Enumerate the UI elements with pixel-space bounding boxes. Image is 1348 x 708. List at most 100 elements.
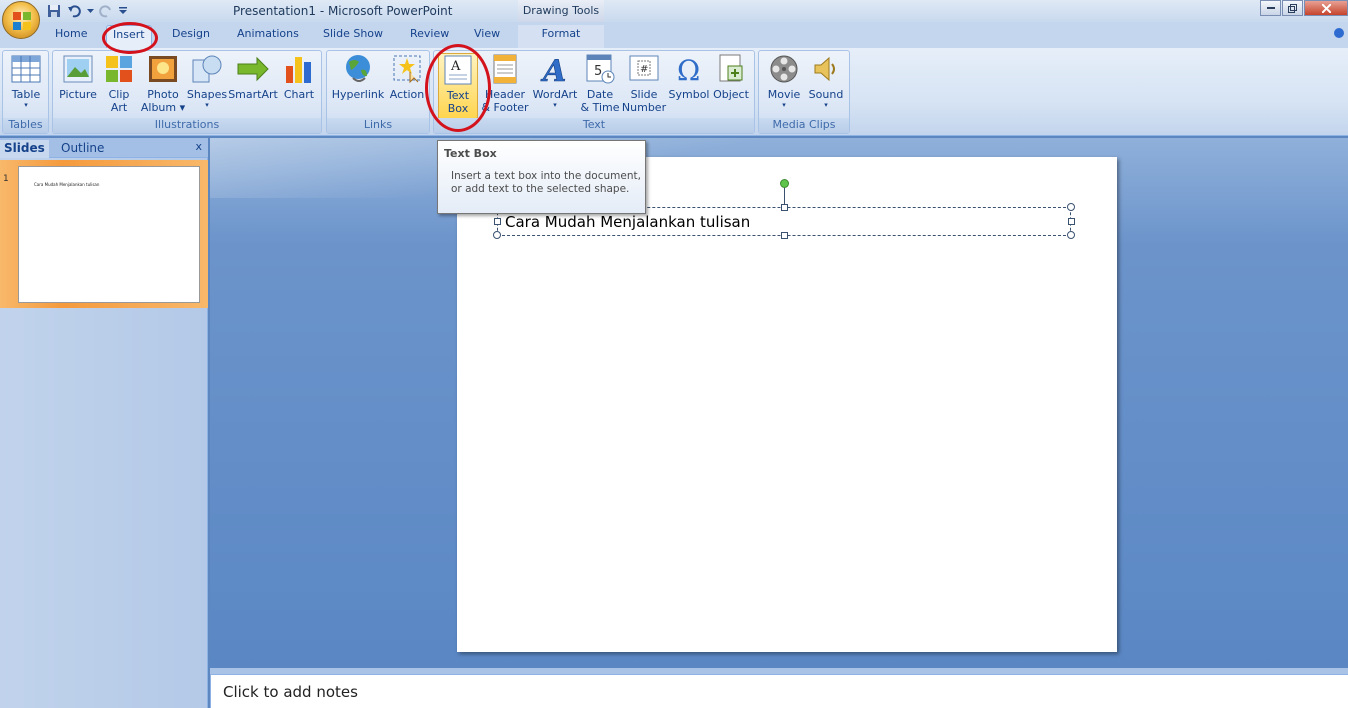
office-logo-icon bbox=[13, 12, 31, 30]
text-box-content[interactable]: Cara Mudah Menjalankan tulisan bbox=[505, 213, 750, 231]
svg-text:Ω: Ω bbox=[677, 54, 700, 84]
wordart-button[interactable]: A WordArt ▾ bbox=[530, 53, 580, 109]
help-icon[interactable] bbox=[1334, 28, 1344, 38]
restore-button[interactable] bbox=[1282, 0, 1303, 16]
slide-thumbnail-number: 1 bbox=[3, 174, 9, 184]
close-button[interactable] bbox=[1304, 0, 1348, 16]
slide-editor: Cara Mudah Menjalankan tulisan bbox=[210, 138, 1348, 672]
calendar-clock-icon: 5 bbox=[584, 53, 616, 85]
tab-outline[interactable]: Outline bbox=[55, 140, 110, 158]
tab-slide-show[interactable]: Slide Show bbox=[323, 27, 383, 40]
globe-link-icon bbox=[342, 53, 374, 85]
slide-number-icon: # bbox=[628, 53, 660, 85]
close-pane-icon[interactable]: x bbox=[195, 140, 202, 153]
tab-insert[interactable]: Insert bbox=[106, 25, 152, 48]
action-icon bbox=[391, 53, 423, 85]
group-label-links: Links bbox=[327, 118, 429, 133]
tab-format[interactable]: Format bbox=[518, 25, 604, 48]
table-icon bbox=[10, 53, 42, 85]
group-label-media-clips: Media Clips bbox=[759, 118, 849, 133]
save-icon[interactable] bbox=[46, 3, 62, 19]
clip-art-button[interactable]: Clip Art bbox=[103, 53, 135, 114]
text-box-tooltip: Text Box Insert a text box into the docu… bbox=[437, 140, 646, 214]
text-box-button[interactable]: A Text Box bbox=[438, 53, 478, 119]
group-label-illustrations: Illustrations bbox=[53, 118, 321, 133]
smartart-button[interactable]: SmartArt bbox=[228, 53, 278, 101]
undo-icon[interactable] bbox=[66, 3, 82, 19]
tab-slides[interactable]: Slides bbox=[0, 140, 49, 158]
film-reel-icon bbox=[768, 53, 800, 85]
omega-icon: Ω bbox=[673, 53, 705, 85]
picture-icon bbox=[62, 53, 94, 85]
resize-handle-bottom[interactable] bbox=[781, 232, 788, 239]
tooltip-title: Text Box bbox=[444, 147, 497, 160]
group-illustrations: Picture Clip Art Photo Album ▾ Shapes ▾ bbox=[52, 50, 322, 134]
slides-pane: Slides Outline x 1 Cara Mudah Menjalanka… bbox=[0, 138, 208, 708]
resize-handle-left[interactable] bbox=[494, 218, 501, 225]
slide-thumbnail[interactable]: Cara Mudah Menjalankan tulisan bbox=[18, 166, 200, 303]
quick-access-toolbar bbox=[46, 2, 128, 20]
tab-review[interactable]: Review bbox=[410, 27, 449, 40]
minimize-button[interactable] bbox=[1260, 0, 1281, 16]
object-button[interactable]: Object bbox=[710, 53, 752, 101]
resize-handle-bottom-right[interactable] bbox=[1067, 231, 1075, 239]
tab-home[interactable]: Home bbox=[55, 27, 87, 40]
slide-canvas[interactable]: Cara Mudah Menjalankan tulisan bbox=[457, 157, 1117, 652]
header-footer-icon bbox=[489, 53, 521, 85]
window-controls bbox=[1259, 0, 1348, 16]
text-box-icon: A bbox=[442, 54, 474, 86]
redo-icon[interactable] bbox=[98, 3, 114, 19]
notes-placeholder[interactable]: Click to add notes bbox=[223, 683, 358, 701]
office-button[interactable] bbox=[2, 1, 40, 39]
notes-pane[interactable]: Click to add notes bbox=[210, 674, 1348, 708]
resize-handle-top[interactable] bbox=[781, 204, 788, 211]
tab-animations[interactable]: Animations bbox=[237, 27, 299, 40]
resize-handle-bottom-left[interactable] bbox=[493, 231, 501, 239]
table-button[interactable]: Table ▾ bbox=[8, 53, 44, 109]
smartart-icon bbox=[237, 53, 269, 85]
group-text: A Text Box Header & Footer A WordArt ▾ 5… bbox=[433, 50, 755, 134]
header-footer-button[interactable]: Header & Footer bbox=[481, 53, 529, 114]
svg-text:5: 5 bbox=[594, 64, 602, 79]
customize-qat-icon[interactable] bbox=[118, 3, 128, 19]
clip-art-icon bbox=[103, 53, 135, 85]
movie-button[interactable]: Movie ▾ bbox=[763, 53, 805, 109]
svg-text:A: A bbox=[450, 59, 461, 74]
undo-dropdown-icon[interactable] bbox=[86, 3, 94, 19]
rotation-handle-line bbox=[784, 188, 785, 204]
shapes-icon bbox=[191, 53, 223, 85]
pane-tabs: Slides Outline x bbox=[0, 138, 208, 158]
speaker-icon bbox=[810, 53, 842, 85]
action-button[interactable]: Action bbox=[387, 53, 427, 101]
tab-view[interactable]: View bbox=[474, 27, 500, 40]
svg-text:A: A bbox=[540, 54, 566, 84]
ribbon: Table ▾ Tables Picture Clip Art Photo Al… bbox=[0, 48, 1348, 136]
photo-album-icon bbox=[147, 53, 179, 85]
group-label-text: Text bbox=[434, 118, 754, 133]
title-bar: Presentation1 - Microsoft PowerPoint Dra… bbox=[0, 0, 1348, 22]
group-media-clips: Movie ▾ Sound ▾ Media Clips bbox=[758, 50, 850, 134]
context-tab-group-label: Drawing Tools bbox=[518, 0, 604, 22]
chart-button[interactable]: Chart bbox=[279, 53, 319, 101]
resize-handle-top-right[interactable] bbox=[1067, 203, 1075, 211]
sound-button[interactable]: Sound ▾ bbox=[805, 53, 847, 109]
date-time-button[interactable]: 5 Date & Time bbox=[580, 53, 620, 114]
svg-text:#: # bbox=[640, 64, 648, 75]
window-title: Presentation1 - Microsoft PowerPoint bbox=[233, 4, 453, 18]
resize-handle-right[interactable] bbox=[1068, 218, 1075, 225]
slide-thumbnail-text: Cara Mudah Menjalankan tulisan bbox=[34, 182, 100, 187]
chart-icon bbox=[283, 53, 315, 85]
rotation-handle[interactable] bbox=[780, 179, 789, 188]
shapes-button[interactable]: Shapes ▾ bbox=[187, 53, 227, 109]
tooltip-body: Insert a text box into the document, or … bbox=[451, 170, 641, 195]
object-icon bbox=[715, 53, 747, 85]
ribbon-tabs: Home Insert Design Animations Slide Show… bbox=[0, 22, 1348, 48]
picture-button[interactable]: Picture bbox=[58, 53, 98, 101]
group-label-tables: Tables bbox=[3, 118, 48, 133]
symbol-button[interactable]: Ω Symbol bbox=[668, 53, 710, 101]
slide-number-button[interactable]: # Slide Number bbox=[622, 53, 666, 114]
tab-design[interactable]: Design bbox=[172, 27, 210, 40]
wordart-icon: A bbox=[539, 53, 571, 85]
hyperlink-button[interactable]: Hyperlink bbox=[331, 53, 385, 101]
photo-album-button[interactable]: Photo Album ▾ bbox=[141, 53, 185, 114]
